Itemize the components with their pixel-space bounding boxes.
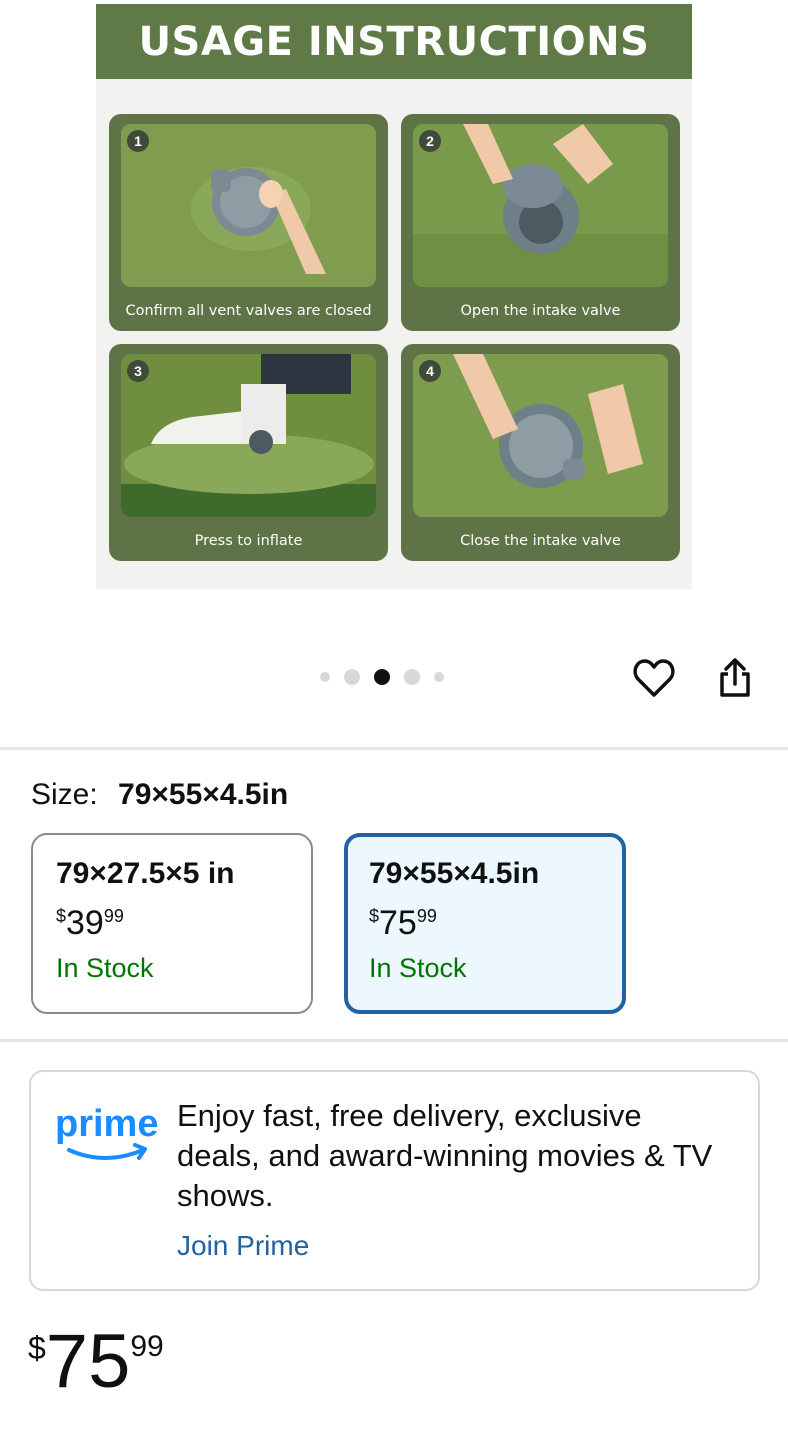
share-icon — [720, 658, 750, 697]
usage-banner: USAGE INSTRUCTIONS — [96, 4, 692, 79]
step-2-number: 2 — [419, 130, 441, 152]
price-fraction: 99 — [130, 1330, 164, 1363]
price-fraction: 99 — [416, 906, 437, 926]
step-2-photo: 2 — [413, 124, 668, 287]
usage-steps: 1 Confirm all vent valves are closed 2 O… — [109, 114, 680, 561]
usage-title: USAGE INSTRUCTIONS — [138, 18, 650, 65]
section-divider — [0, 1039, 788, 1042]
size-option-price: $3999 — [56, 905, 311, 941]
carousel-dot-1[interactable] — [320, 672, 330, 682]
size-selection-row: Size: 79×55×4.5in — [31, 778, 288, 812]
size-option-stock: In Stock — [56, 953, 154, 983]
step-3-number: 3 — [127, 360, 149, 382]
carousel-dot-3[interactable] — [374, 669, 390, 685]
step-3-caption: Press to inflate — [194, 533, 303, 549]
join-prime-link[interactable]: Join Prime — [177, 1230, 309, 1262]
size-option-name: 79×55×4.5in — [369, 857, 540, 890]
carousel-dots — [320, 668, 458, 686]
price-currency: $ — [369, 906, 380, 926]
share-button[interactable] — [713, 656, 757, 700]
wishlist-button[interactable] — [632, 656, 676, 700]
usage-step-4: 4 Close the intake valve — [401, 344, 680, 561]
product-image[interactable]: USAGE INSTRUCTIONS 1 Confirm all vent va… — [96, 4, 692, 589]
price-whole: 75 — [379, 904, 417, 942]
step-1-caption: Confirm all vent valves are closed — [125, 303, 372, 319]
step-1-photo: 1 — [121, 124, 376, 287]
price-fraction: 99 — [103, 906, 124, 926]
carousel-dot-2[interactable] — [344, 669, 360, 685]
price-currency: $ — [56, 906, 67, 926]
usage-step-1: 1 Confirm all vent valves are closed — [109, 114, 388, 331]
price-currency: $ — [28, 1330, 46, 1366]
prime-logo-text: prime — [55, 1103, 158, 1145]
step-4-number: 4 — [419, 360, 441, 382]
carousel-dot-4[interactable] — [404, 669, 420, 685]
product-price: $7599 — [28, 1322, 164, 1402]
prime-message: Enjoy fast, free delivery, exclusive dea… — [177, 1098, 713, 1213]
size-option-name: 79×27.5×5 in — [56, 857, 235, 890]
size-selected-value: 79×55×4.5in — [118, 778, 289, 811]
usage-step-2: 2 Open the intake valve — [401, 114, 680, 331]
step-3-photo: 3 — [121, 354, 376, 517]
prime-logo: prime — [55, 1103, 158, 1160]
step-2-caption: Open the intake valve — [460, 303, 621, 319]
price-whole: 39 — [66, 904, 104, 942]
heart-outline-icon — [633, 659, 675, 697]
step-4-photo: 4 — [413, 354, 668, 517]
section-divider — [0, 747, 788, 750]
size-option-stock: In Stock — [369, 953, 467, 983]
price-whole: 75 — [45, 1319, 131, 1404]
size-option-price: $7599 — [369, 905, 622, 941]
size-label: Size: — [31, 778, 98, 811]
carousel-dot-5[interactable] — [434, 672, 444, 682]
prime-promo-box: prime Enjoy fast, free delivery, exclusi… — [29, 1070, 760, 1291]
step-4-caption: Close the intake valve — [460, 533, 621, 549]
size-option-79x27.5x5[interactable]: 79×27.5×5 in $3999 In Stock — [31, 833, 313, 1014]
step-1-number: 1 — [127, 130, 149, 152]
usage-step-3: 3 Press to inflate — [109, 344, 388, 561]
size-option-79x55x4.5[interactable]: 79×55×4.5in $7599 In Stock — [344, 833, 626, 1014]
